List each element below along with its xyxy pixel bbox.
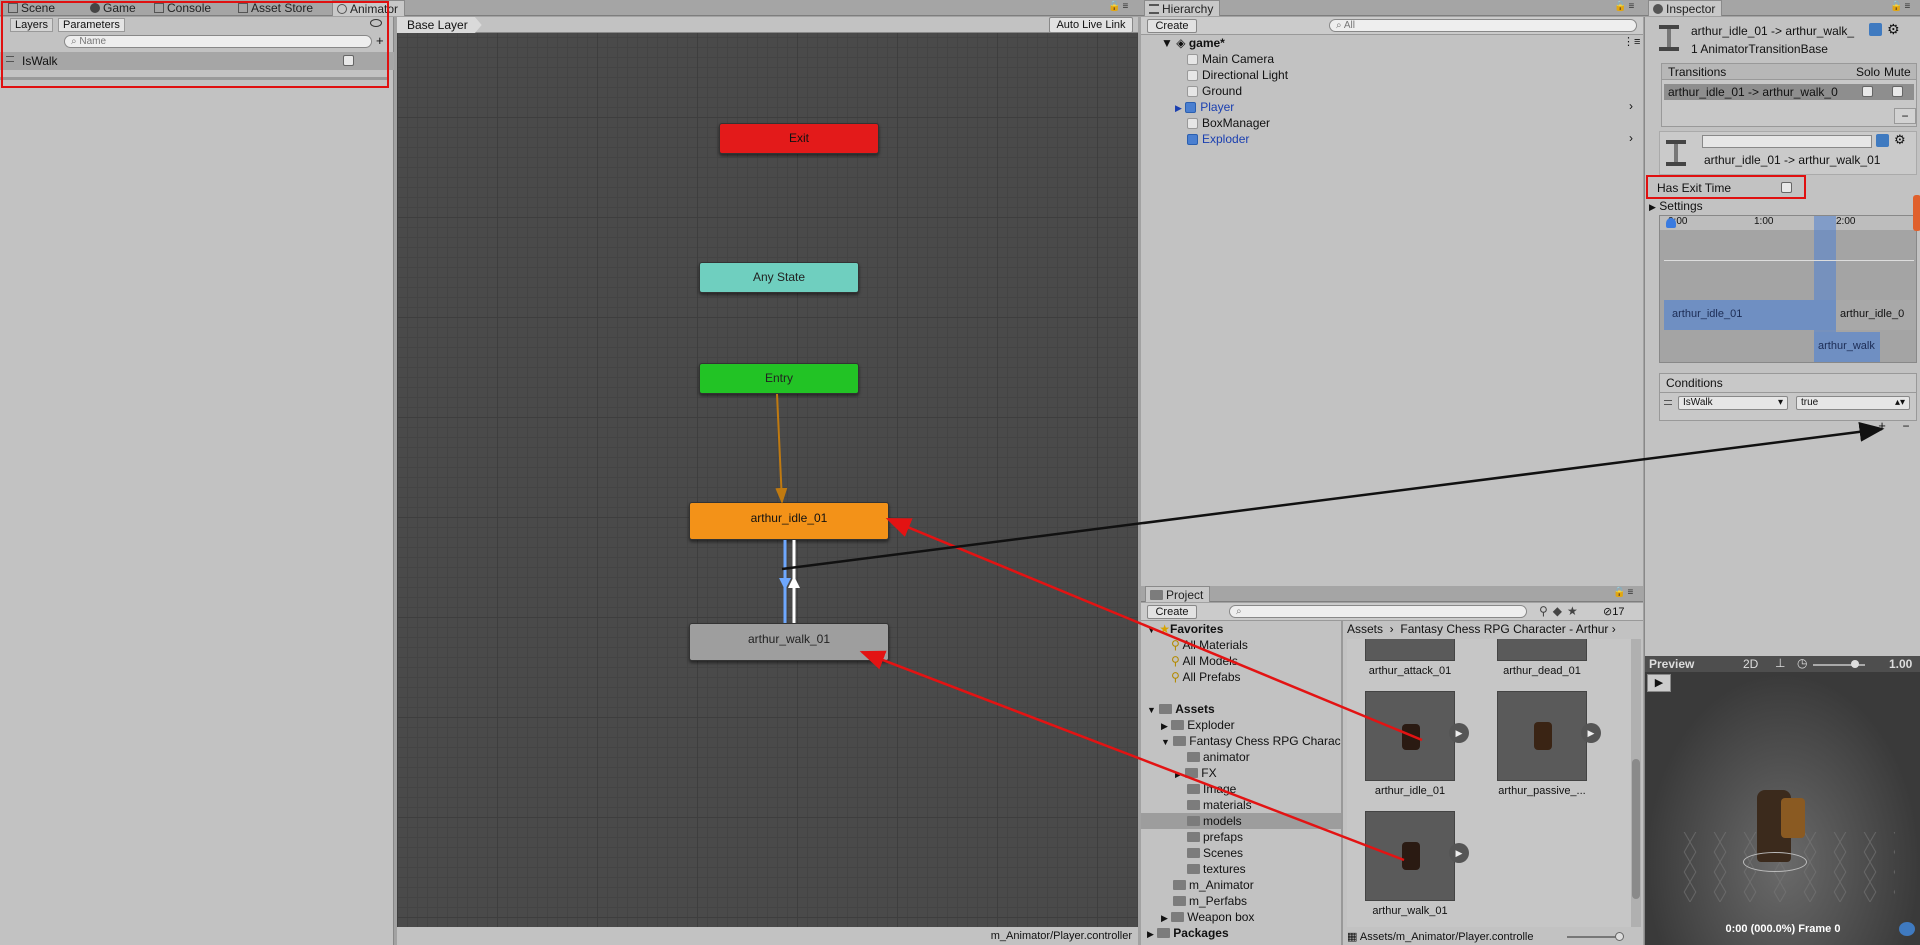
entry-transition-line[interactable]: [775, 393, 788, 504]
annotation-arrow: [781, 421, 1885, 571]
annotation-arrow: [859, 650, 1405, 862]
transition-arrow-icon: [779, 578, 791, 590]
annotation-arrow: [885, 517, 1423, 742]
transition-arrow-icon: [788, 576, 800, 588]
annotation-overlay: [775, 393, 1885, 862]
